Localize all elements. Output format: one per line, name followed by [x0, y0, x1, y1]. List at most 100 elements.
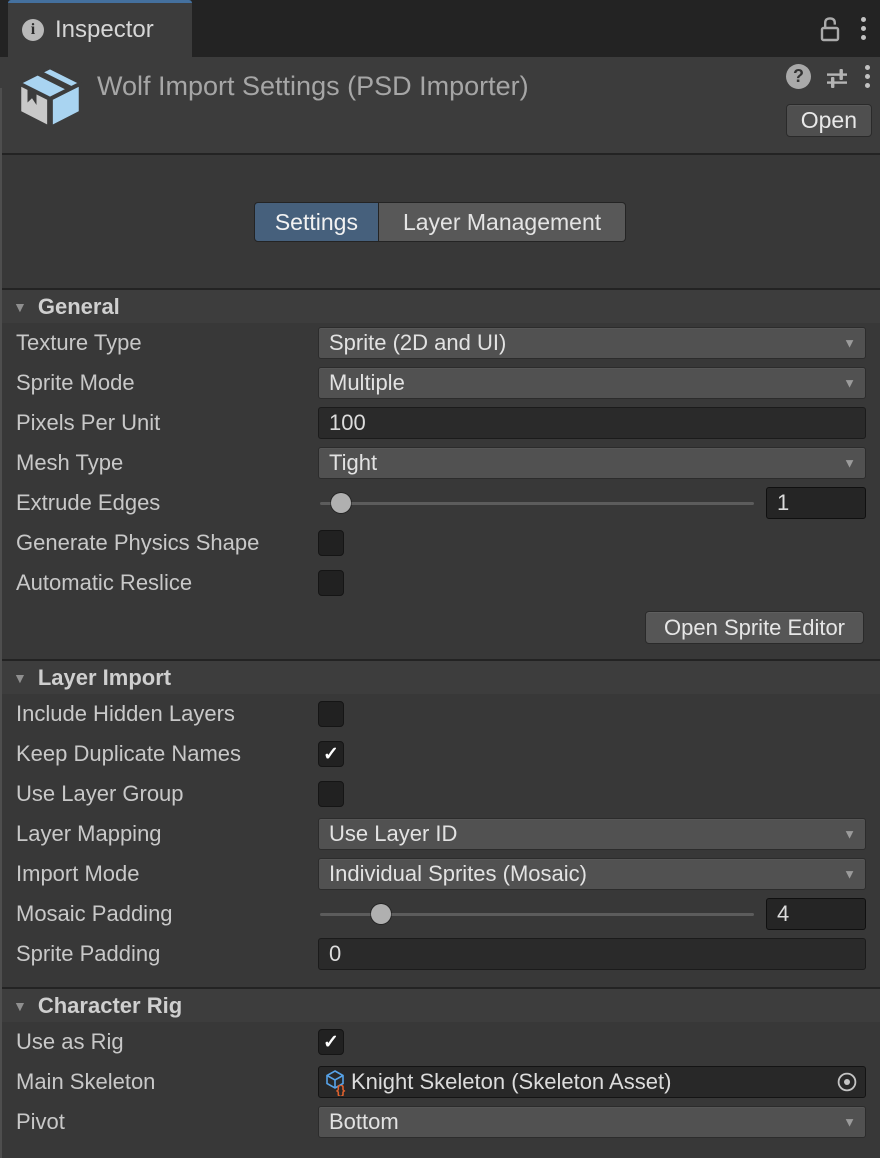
row-include-hidden-layers: Include Hidden Layers — [0, 694, 880, 734]
tab-settings[interactable]: Settings — [254, 202, 379, 242]
object-picker-icon[interactable] — [836, 1071, 858, 1093]
extrude-edges-label: Extrude Edges — [16, 490, 318, 516]
tab-menu-icon[interactable] — [859, 15, 868, 42]
pivot-value: Bottom — [329, 1109, 399, 1135]
dock-edge — [0, 88, 2, 1158]
foldout-icon: ▼ — [13, 299, 27, 315]
presets-icon[interactable] — [824, 65, 850, 89]
foldout-icon: ▼ — [13, 998, 27, 1014]
mode-tab-group: Settings Layer Management — [0, 155, 880, 288]
skeleton-asset-icon: {} — [324, 1069, 349, 1096]
importer-header: Wolf Import Settings (PSD Importer) ? Op… — [0, 57, 880, 155]
slider-knob[interactable] — [371, 904, 391, 924]
pixels-per-unit-label: Pixels Per Unit — [16, 410, 318, 436]
svg-text:{}: {} — [336, 1083, 346, 1096]
row-use-layer-group: Use Layer Group — [0, 774, 880, 814]
layer-mapping-dropdown[interactable]: Use Layer ID ▼ — [318, 818, 866, 850]
tab-inspector-label: Inspector — [55, 16, 154, 44]
row-sprite-padding: Sprite Padding — [0, 934, 880, 974]
tab-layer-management[interactable]: Layer Management — [379, 202, 626, 242]
layer-mapping-value: Use Layer ID — [329, 821, 457, 847]
row-mosaic-padding: Mosaic Padding — [0, 894, 880, 934]
section-general-header[interactable]: ▼ General — [0, 290, 880, 323]
automatic-reslice-label: Automatic Reslice — [16, 570, 318, 596]
mesh-type-label: Mesh Type — [16, 450, 318, 476]
row-texture-type: Texture Type Sprite (2D and UI) ▼ — [0, 323, 880, 363]
layer-mapping-label: Layer Mapping — [16, 821, 318, 847]
sprite-mode-dropdown[interactable]: Multiple ▼ — [318, 367, 866, 399]
sprite-mode-value: Multiple — [329, 370, 405, 396]
keep-duplicate-names-label: Keep Duplicate Names — [16, 741, 318, 767]
keep-duplicate-names-checkbox[interactable]: ✓ — [318, 741, 344, 767]
unlock-icon[interactable] — [817, 15, 843, 43]
sprite-mode-label: Sprite Mode — [16, 370, 318, 396]
use-layer-group-checkbox[interactable] — [318, 781, 344, 807]
include-hidden-layers-label: Include Hidden Layers — [16, 701, 318, 727]
dropdown-arrow-icon: ▼ — [843, 376, 856, 391]
row-pivot: Pivot Bottom ▼ — [0, 1102, 880, 1142]
section-character-rig: ▼ Character Rig Use as Rig ✓ Main Skelet… — [0, 987, 880, 1142]
section-character-rig-title: Character Rig — [38, 993, 182, 1019]
texture-type-value: Sprite (2D and UI) — [329, 330, 506, 356]
import-mode-label: Import Mode — [16, 861, 318, 887]
include-hidden-layers-checkbox[interactable] — [318, 701, 344, 727]
extrude-edges-slider[interactable] — [318, 487, 756, 519]
mosaic-padding-input[interactable] — [766, 898, 866, 930]
row-layer-mapping: Layer Mapping Use Layer ID ▼ — [0, 814, 880, 854]
foldout-icon: ▼ — [13, 670, 27, 686]
dropdown-arrow-icon: ▼ — [843, 827, 856, 842]
dropdown-arrow-icon: ▼ — [843, 1115, 856, 1130]
dropdown-arrow-icon: ▼ — [843, 336, 856, 351]
automatic-reslice-checkbox[interactable] — [318, 570, 344, 596]
slider-knob[interactable] — [331, 493, 351, 513]
sprite-padding-input[interactable] — [318, 938, 866, 970]
main-skeleton-value: Knight Skeleton (Skeleton Asset) — [351, 1069, 671, 1095]
section-character-rig-header[interactable]: ▼ Character Rig — [0, 989, 880, 1022]
row-sprite-mode: Sprite Mode Multiple ▼ — [0, 363, 880, 403]
row-keep-duplicate-names: Keep Duplicate Names ✓ — [0, 734, 880, 774]
checkmark-icon: ✓ — [323, 1033, 339, 1052]
row-import-mode: Import Mode Individual Sprites (Mosaic) … — [0, 854, 880, 894]
use-as-rig-label: Use as Rig — [16, 1029, 318, 1055]
checkmark-icon: ✓ — [323, 745, 339, 764]
row-automatic-reslice: Automatic Reslice — [0, 563, 880, 603]
pixels-per-unit-input[interactable] — [318, 407, 866, 439]
row-use-as-rig: Use as Rig ✓ — [0, 1022, 880, 1062]
pivot-dropdown[interactable]: Bottom ▼ — [318, 1106, 866, 1138]
generate-physics-shape-label: Generate Physics Shape — [16, 530, 318, 556]
mesh-type-dropdown[interactable]: Tight ▼ — [318, 447, 866, 479]
open-button[interactable]: Open — [786, 104, 872, 137]
section-general: ▼ General Texture Type Sprite (2D and UI… — [0, 288, 880, 659]
extrude-edges-input[interactable] — [766, 487, 866, 519]
row-generate-physics-shape: Generate Physics Shape — [0, 523, 880, 563]
mosaic-padding-slider[interactable] — [318, 898, 756, 930]
row-pixels-per-unit: Pixels Per Unit — [0, 403, 880, 443]
main-skeleton-label: Main Skeleton — [16, 1069, 318, 1095]
psd-importer-icon — [14, 62, 86, 140]
texture-type-dropdown[interactable]: Sprite (2D and UI) ▼ — [318, 327, 866, 359]
generate-physics-shape-checkbox[interactable] — [318, 530, 344, 556]
section-layer-import-title: Layer Import — [38, 665, 171, 691]
mosaic-padding-label: Mosaic Padding — [16, 901, 318, 927]
dropdown-arrow-icon: ▼ — [843, 867, 856, 882]
mesh-type-value: Tight — [329, 450, 377, 476]
importer-title: Wolf Import Settings (PSD Importer) — [97, 71, 529, 102]
section-layer-import: ▼ Layer Import Include Hidden Layers Kee… — [0, 659, 880, 987]
row-extrude-edges: Extrude Edges — [0, 483, 880, 523]
texture-type-label: Texture Type — [16, 330, 318, 356]
window-tab-bar: i Inspector — [0, 0, 880, 57]
help-icon[interactable]: ? — [786, 64, 811, 89]
row-mesh-type: Mesh Type Tight ▼ — [0, 443, 880, 483]
open-sprite-editor-button[interactable]: Open Sprite Editor — [645, 611, 864, 644]
slider-track[interactable] — [320, 502, 754, 505]
sprite-padding-label: Sprite Padding — [16, 941, 318, 967]
section-layer-import-header[interactable]: ▼ Layer Import — [0, 661, 880, 694]
dropdown-arrow-icon: ▼ — [843, 456, 856, 471]
header-menu-icon[interactable] — [863, 63, 872, 90]
use-as-rig-checkbox[interactable]: ✓ — [318, 1029, 344, 1055]
row-main-skeleton: Main Skeleton {} Knight Skeleton (Skelet… — [0, 1062, 880, 1102]
main-skeleton-object-field[interactable]: {} Knight Skeleton (Skeleton Asset) — [318, 1066, 866, 1098]
import-mode-dropdown[interactable]: Individual Sprites (Mosaic) ▼ — [318, 858, 866, 890]
pivot-label: Pivot — [16, 1109, 318, 1135]
tab-inspector[interactable]: i Inspector — [8, 0, 192, 57]
